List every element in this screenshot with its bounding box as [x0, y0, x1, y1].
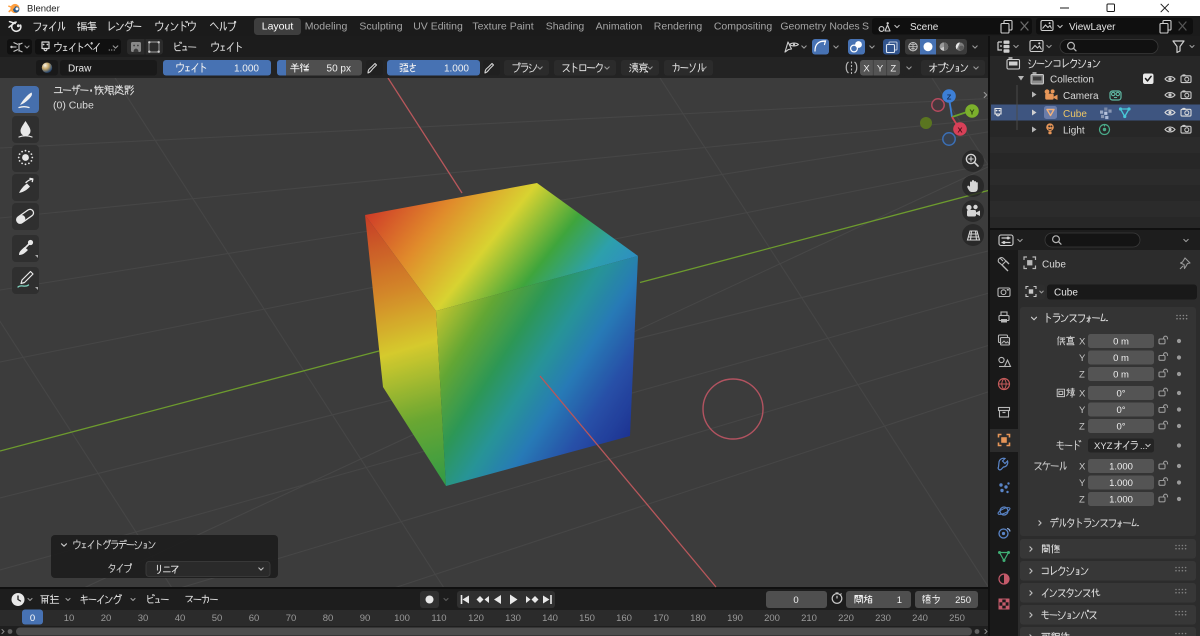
svg-text:150: 150	[579, 613, 595, 624]
svg-text:Y: Y	[877, 64, 884, 75]
svg-text:190: 190	[727, 613, 743, 624]
svg-text:Z: Z	[1079, 422, 1085, 433]
svg-text:Camera: Camera	[1063, 91, 1099, 102]
svg-text:0 m: 0 m	[1113, 353, 1129, 364]
svg-text:Light: Light	[1063, 126, 1085, 137]
svg-text:Y: Y	[1079, 353, 1086, 364]
svg-text:Rendering: Rendering	[654, 21, 703, 33]
svg-text:250: 250	[949, 613, 965, 624]
svg-text:1.000: 1.000	[234, 64, 259, 75]
svg-text:230: 230	[875, 613, 891, 624]
svg-text:1.000: 1.000	[1109, 462, 1133, 473]
svg-text:Y: Y	[1079, 478, 1086, 489]
svg-text:200: 200	[764, 613, 780, 624]
svg-text:Z: Z	[947, 92, 952, 101]
svg-text:Modeling: Modeling	[305, 21, 348, 33]
svg-text:Z: Z	[890, 64, 896, 75]
svg-text:Texture Paint: Texture Paint	[472, 21, 533, 33]
svg-text:80: 80	[323, 613, 334, 624]
svg-text:Blender: Blender	[27, 4, 60, 15]
svg-text:210: 210	[801, 613, 817, 624]
svg-text:Cube: Cube	[1054, 288, 1078, 299]
svg-text:(0) Cube: (0) Cube	[53, 100, 94, 112]
svg-text:Layout: Layout	[262, 21, 294, 33]
svg-text:180: 180	[690, 613, 706, 624]
svg-text:0 m: 0 m	[1113, 337, 1129, 348]
svg-text:Y: Y	[969, 107, 974, 116]
svg-text:1.000: 1.000	[1109, 495, 1133, 506]
svg-text:0°: 0°	[1116, 389, 1125, 400]
svg-text:Cube: Cube	[1042, 260, 1066, 271]
svg-text:1.000: 1.000	[1109, 478, 1133, 489]
svg-text:S: S	[862, 21, 869, 33]
svg-text:220: 220	[838, 613, 854, 624]
svg-text:0: 0	[793, 595, 798, 606]
svg-text:Cube: Cube	[1063, 109, 1087, 120]
svg-text:Scene: Scene	[910, 22, 939, 33]
svg-text:Animation: Animation	[596, 21, 643, 33]
svg-text:130: 130	[505, 613, 521, 624]
svg-text:...: ...	[1140, 441, 1148, 451]
svg-text:Collection: Collection	[1050, 75, 1094, 86]
svg-text:0 m: 0 m	[1113, 370, 1129, 381]
svg-text:0°: 0°	[1116, 422, 1125, 433]
svg-text:Y: Y	[1079, 405, 1086, 416]
svg-text:50 px: 50 px	[327, 64, 351, 75]
svg-text:160: 160	[616, 613, 632, 624]
svg-text:UV Editing: UV Editing	[413, 21, 463, 33]
svg-text:90: 90	[360, 613, 371, 624]
svg-text:Shading: Shading	[546, 21, 585, 33]
svg-text:170: 170	[653, 613, 669, 624]
svg-text:1: 1	[897, 595, 902, 606]
svg-text:20: 20	[101, 613, 112, 624]
svg-text:70: 70	[286, 613, 297, 624]
svg-text:X: X	[1079, 337, 1086, 348]
svg-text:240: 240	[912, 613, 928, 624]
svg-text:Z: Z	[1079, 495, 1085, 506]
svg-text:140: 140	[542, 613, 558, 624]
svg-text:X: X	[1079, 389, 1086, 400]
svg-text:X: X	[1079, 462, 1086, 473]
svg-text:0: 0	[30, 613, 35, 624]
svg-text:30: 30	[138, 613, 149, 624]
svg-text:50: 50	[212, 613, 223, 624]
svg-text:X: X	[863, 64, 870, 75]
svg-text:1.000: 1.000	[444, 64, 469, 75]
svg-text:Sculpting: Sculpting	[359, 21, 402, 33]
svg-text:ViewLayer: ViewLayer	[1069, 22, 1116, 33]
svg-text:Geometry Nodes: Geometry Nodes	[780, 21, 859, 33]
svg-text:100: 100	[394, 613, 410, 624]
svg-text:60: 60	[249, 613, 260, 624]
svg-text:0°: 0°	[1116, 405, 1125, 416]
svg-text:40: 40	[175, 613, 186, 624]
svg-text:10: 10	[64, 613, 75, 624]
svg-text:X: X	[957, 125, 962, 134]
svg-text:Compositing: Compositing	[714, 21, 773, 33]
svg-text:XYZ: XYZ	[1094, 441, 1113, 452]
svg-text:250: 250	[955, 595, 971, 606]
svg-text:120: 120	[468, 613, 484, 624]
svg-text:Z: Z	[1079, 370, 1085, 381]
svg-text:110: 110	[431, 613, 446, 624]
svg-text:Draw: Draw	[68, 64, 92, 75]
